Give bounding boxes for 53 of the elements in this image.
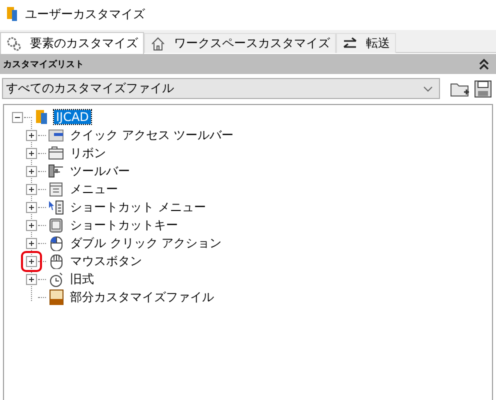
tree-item[interactable]: 部分カスタマイズファイル (68, 288, 216, 306)
mouse-icon (48, 235, 64, 251)
expand-toggle[interactable] (26, 202, 37, 212)
toolbar-icon (48, 163, 64, 179)
tree-item[interactable]: 旧式 (68, 270, 96, 288)
key-icon (48, 217, 64, 233)
collapse-icon[interactable] (478, 58, 490, 70)
tree-item[interactable]: ショートカットキー (68, 216, 180, 234)
tree-item[interactable]: メニュー (68, 180, 120, 198)
plus-icon (27, 256, 36, 266)
tree-item[interactable]: クイック アクセス ツールバー (68, 126, 236, 144)
app-icon (34, 109, 50, 125)
mouse-icon (48, 253, 64, 269)
tree-item[interactable]: ダブル クリック アクション (68, 234, 224, 252)
save-icon[interactable] (474, 80, 492, 98)
plus-icon (27, 166, 36, 176)
window-title: ユーザーカスタマイズ (25, 6, 145, 22)
expand-toggle[interactable] (26, 130, 37, 140)
tab[interactable]: 要素のカスタマイズ (0, 32, 144, 54)
clock-icon (48, 271, 64, 287)
plus-icon (27, 148, 36, 158)
tree-item[interactable]: ツールバー (68, 162, 132, 180)
caret-icon (423, 86, 433, 92)
tree-item[interactable]: マウスボタン (68, 252, 144, 270)
panel-title: カスタマイズリスト (3, 58, 84, 70)
menu-icon (48, 181, 64, 197)
plus-icon (27, 238, 36, 248)
plus-icon (27, 184, 36, 194)
expand-toggle[interactable] (26, 166, 37, 176)
cui-file-icon (48, 289, 64, 305)
expand-toggle[interactable] (26, 148, 37, 158)
gears-icon (6, 36, 22, 52)
plus-icon (27, 202, 36, 212)
app-icon (7, 7, 17, 21)
expand-toggle[interactable] (12, 112, 23, 122)
file-dropdown[interactable]: すべてのカスタマイズファイル (2, 78, 440, 99)
tab[interactable]: ワークスペースカスタマイズ (144, 33, 336, 53)
expand-toggle[interactable] (26, 238, 37, 248)
tree-item[interactable]: ショートカット メニュー (68, 198, 208, 216)
home-icon (150, 36, 166, 52)
ribbon-icon (48, 145, 64, 161)
tree-item[interactable]: リボン (68, 144, 108, 162)
pointer-menu-icon (48, 199, 64, 215)
tree-item[interactable]: IJCAD (54, 110, 91, 124)
tab[interactable]: 転送 (336, 33, 396, 53)
toolbar-icon (48, 127, 64, 143)
expand-toggle[interactable] (26, 274, 37, 284)
expand-toggle[interactable] (26, 256, 37, 266)
expand-toggle[interactable] (26, 220, 37, 230)
plus-icon (27, 274, 36, 284)
plus-icon (27, 130, 36, 140)
expand-toggle[interactable] (26, 184, 37, 194)
plus-icon (27, 220, 36, 230)
